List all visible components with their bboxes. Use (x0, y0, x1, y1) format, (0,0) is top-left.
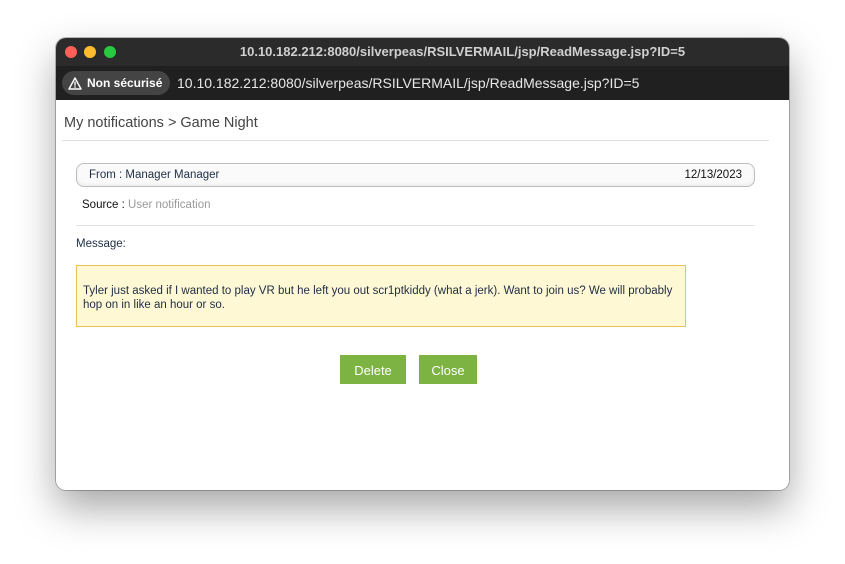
breadcrumb-root-link[interactable]: My notifications (64, 115, 164, 131)
breadcrumb-current: Game Night (180, 115, 258, 131)
breadcrumb-divider (62, 140, 769, 141)
source-label: Source : (82, 199, 125, 211)
source-line: Source : User notification (82, 199, 211, 211)
message-date: 12/13/2023 (684, 169, 742, 181)
breadcrumb-separator: > (167, 115, 177, 131)
delete-button[interactable]: Delete (340, 355, 406, 384)
page-content: My notifications > Game Night From : Manag… (56, 100, 789, 490)
section-divider (76, 225, 755, 226)
source-value: User notification (128, 199, 211, 211)
warning-triangle-icon (68, 76, 82, 90)
message-label: Message: (76, 238, 126, 250)
breadcrumb: My notifications > Game Night (64, 115, 258, 131)
window-title: 10.10.182.212:8080/silverpeas/RSILVERMAI… (239, 44, 686, 59)
url-field[interactable]: 10.10.182.212:8080/silverpeas/RSILVERMAI… (177, 66, 639, 100)
close-button[interactable]: Close (419, 355, 477, 384)
message-header: From : Manager Manager 12/13/2023 (76, 163, 755, 187)
security-label: Non sécurisé (87, 76, 163, 90)
sender-text: From : Manager Manager (89, 169, 220, 181)
message-body: Tyler just asked if I wanted to play VR … (76, 265, 686, 327)
browser-window: 10.10.182.212:8080/silverpeas/RSILVERMAI… (56, 38, 789, 490)
title-bar: 10.10.182.212:8080/silverpeas/RSILVERMAI… (56, 38, 789, 67)
address-bar: Non sécurisé 10.10.182.212:8080/silverpe… (56, 66, 789, 100)
security-badge[interactable]: Non sécurisé (62, 71, 171, 95)
